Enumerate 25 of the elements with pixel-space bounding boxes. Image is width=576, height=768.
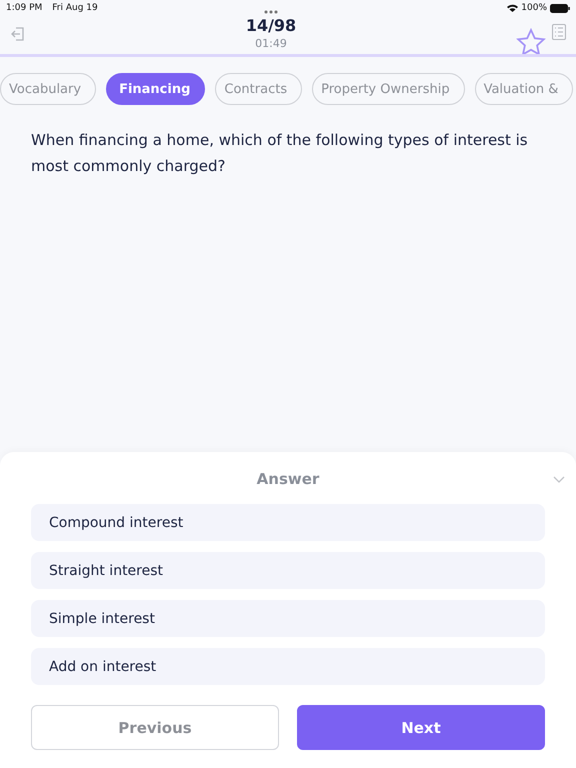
category-tab[interactable]: Contracts: [215, 73, 302, 105]
chevron-down-icon[interactable]: [553, 476, 565, 482]
answer-option[interactable]: Simple interest: [31, 600, 545, 637]
answer-title: Answer: [256, 470, 320, 488]
status-date: Fri Aug 19: [52, 3, 98, 13]
category-tab[interactable]: Financing: [106, 73, 206, 105]
answer-option[interactable]: Add on interest: [31, 648, 545, 685]
wifi-icon: [507, 4, 518, 12]
category-tab[interactable]: Valuation &: [474, 73, 574, 105]
list-icon[interactable]: [552, 24, 566, 40]
battery-icon: [550, 4, 570, 12]
exit-icon[interactable]: [10, 26, 26, 42]
answer-option[interactable]: Straight interest: [31, 552, 545, 589]
status-time: 1:09 PM: [6, 3, 42, 13]
timer: 01:49: [255, 37, 287, 50]
battery-level: 100%: [521, 3, 547, 13]
star-icon[interactable]: [516, 28, 546, 56]
answer-option[interactable]: Compound interest: [31, 504, 545, 541]
category-tab[interactable]: Vocabulary: [0, 73, 96, 105]
previous-button[interactable]: Previous: [31, 705, 279, 750]
category-tab[interactable]: Property Ownership: [312, 73, 465, 105]
question-counter: 14/98: [246, 16, 296, 35]
next-button[interactable]: Next: [297, 705, 545, 750]
more-icon[interactable]: [264, 10, 278, 14]
question-text: When financing a home, which of the following types of interest is most commonly charged?: [31, 130, 529, 177]
